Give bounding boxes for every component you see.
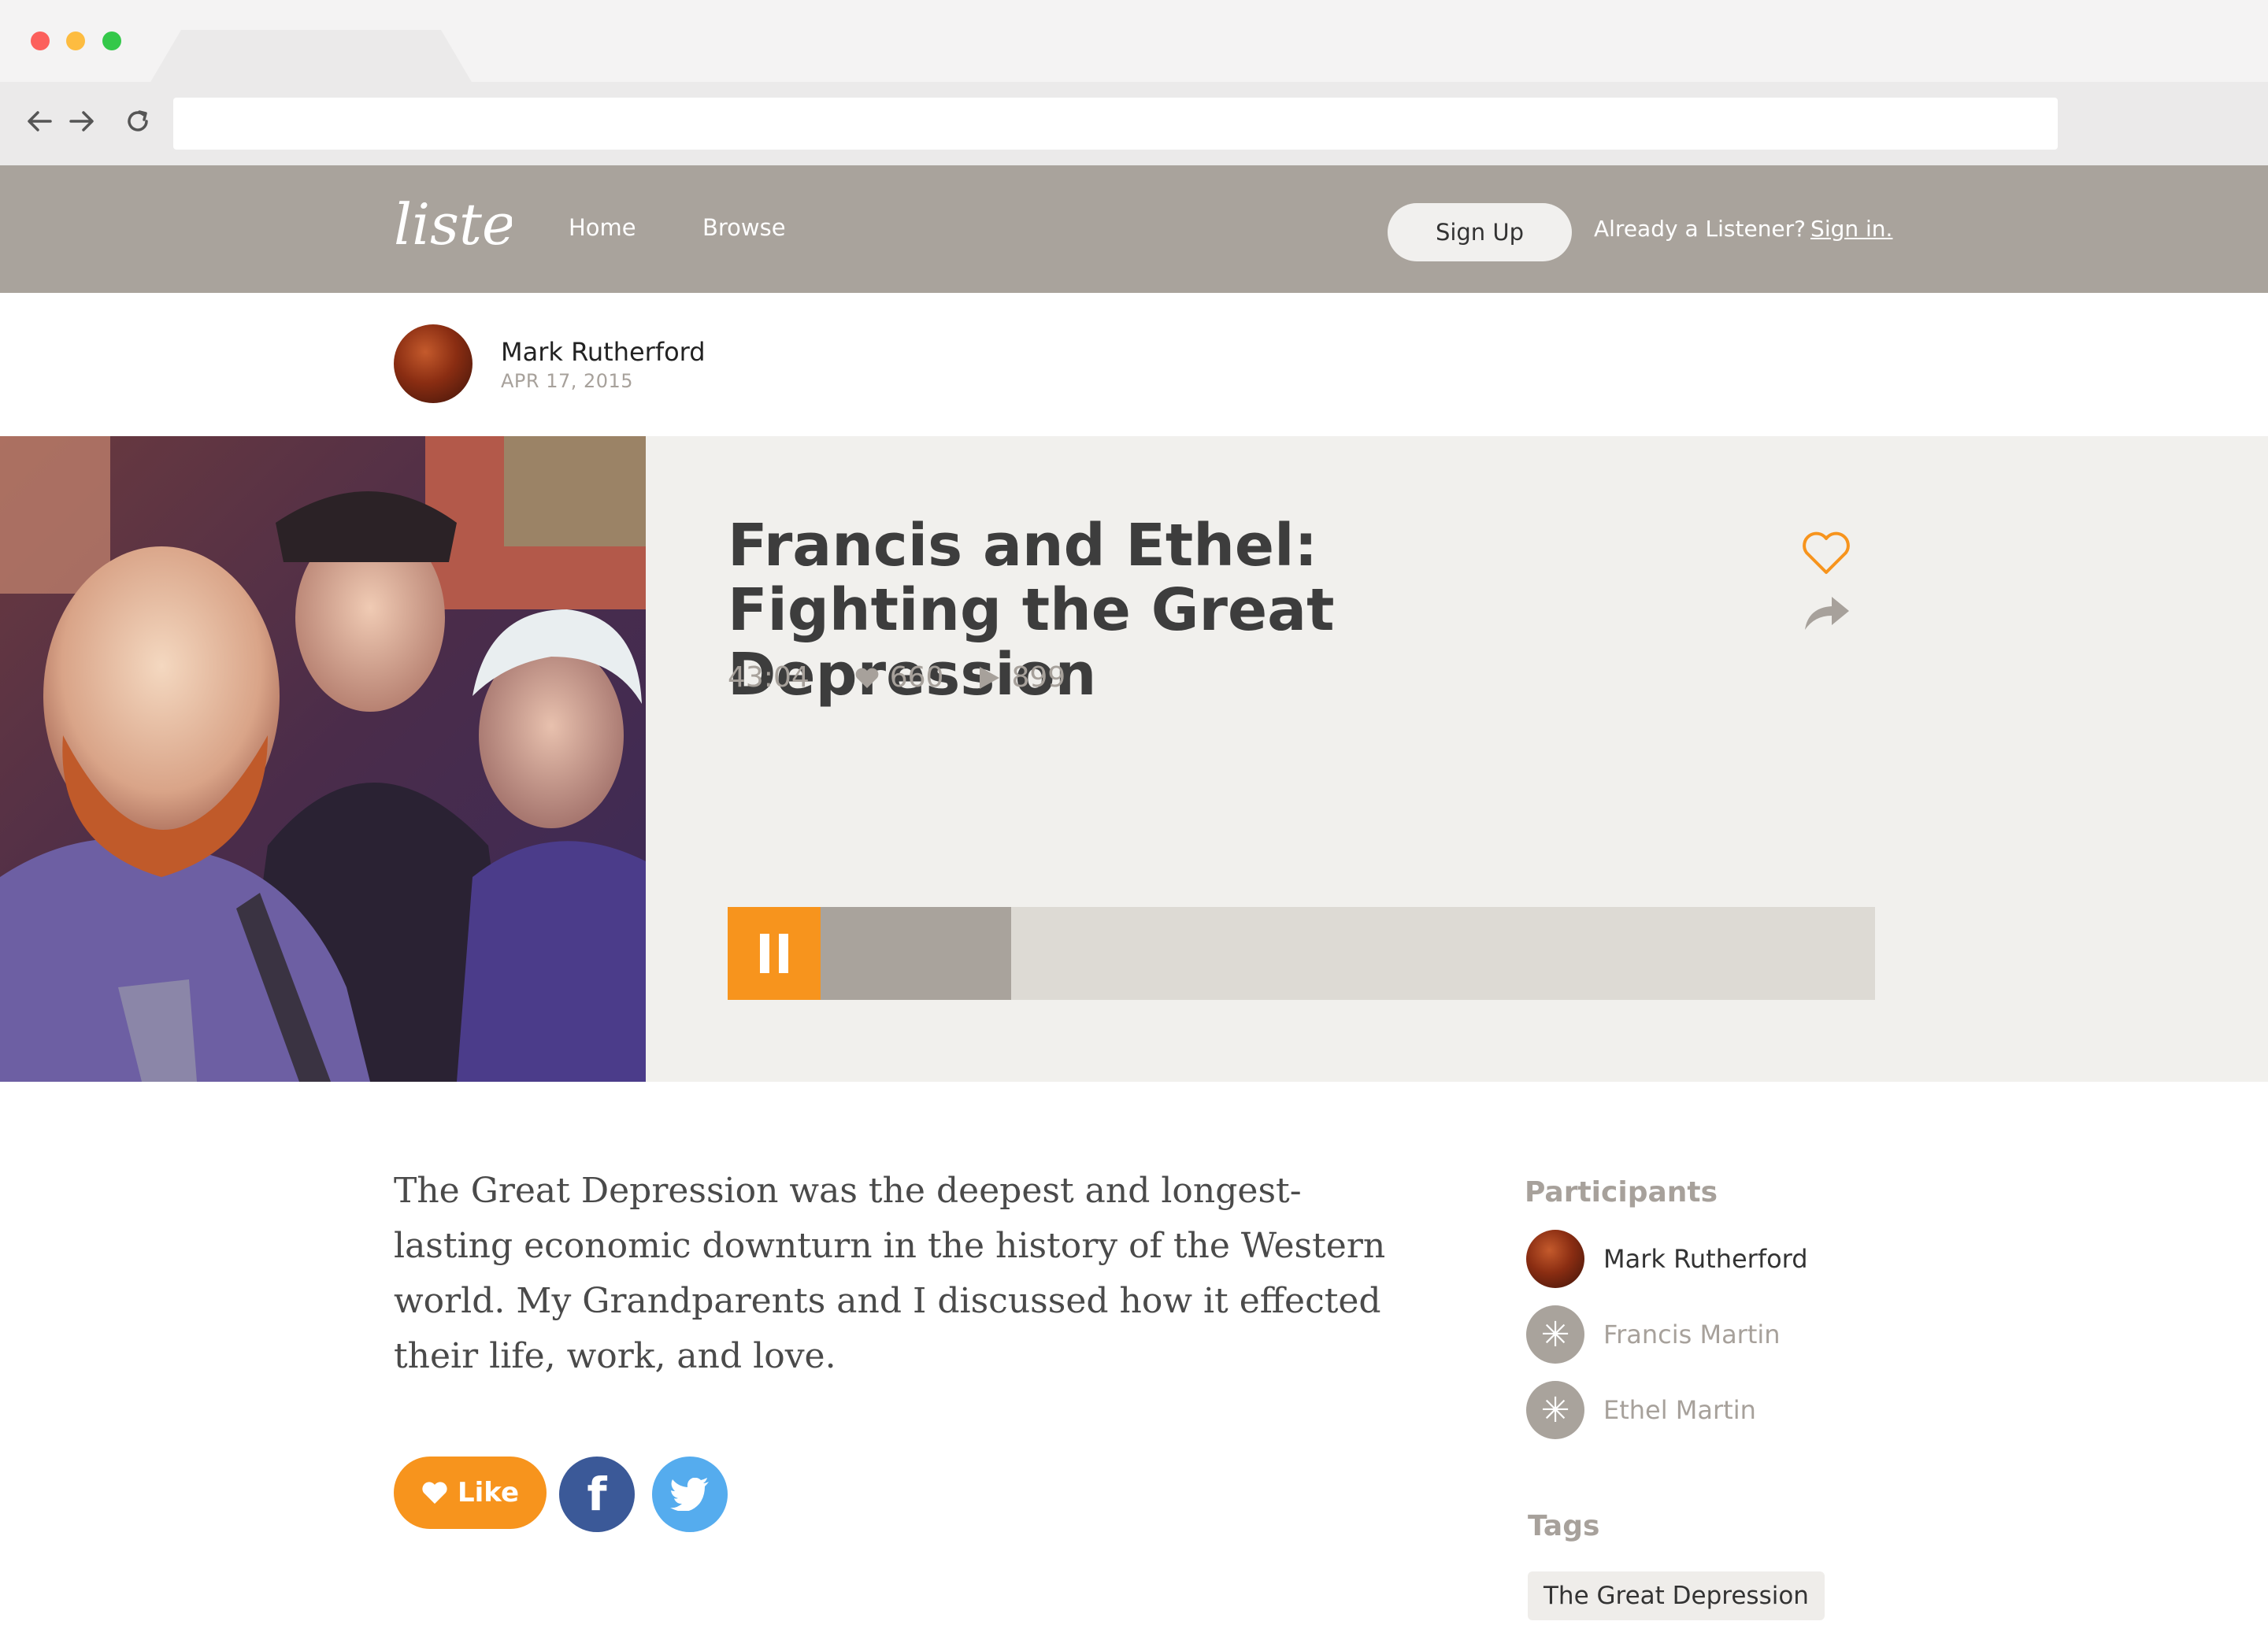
author-avatar[interactable] — [394, 324, 472, 403]
listen-logo[interactable]: listen — [394, 189, 512, 268]
nav-home-link[interactable]: Home — [569, 214, 636, 241]
pause-icon-bar — [779, 934, 788, 973]
browser-chrome — [0, 0, 2268, 165]
signin-link[interactable]: Sign in. — [1810, 216, 1892, 242]
nav-browse-link[interactable]: Browse — [702, 214, 786, 241]
reload-icon[interactable] — [122, 105, 154, 137]
tag-chip[interactable]: The Great Depression — [1528, 1571, 1825, 1620]
story-duration: 43:04 — [728, 661, 810, 694]
heart-icon — [855, 668, 879, 688]
pause-button[interactable] — [728, 907, 821, 1000]
maximize-window-button[interactable] — [102, 31, 121, 50]
signup-button[interactable]: Sign Up — [1388, 203, 1572, 261]
share-arrow-icon[interactable] — [1800, 592, 1852, 635]
participant-item[interactable]: Mark Rutherford — [1526, 1230, 1808, 1288]
story-likes-count: 660 — [889, 661, 944, 694]
asterisk-avatar-icon: ✳ — [1526, 1381, 1584, 1439]
signin-prompt-text: Already a Listener? — [1594, 216, 1807, 242]
story-photo — [0, 436, 646, 1082]
story-hero: Francis and Ethel: Fighting the Great De… — [0, 436, 2268, 1082]
address-bar[interactable] — [173, 98, 2058, 150]
facebook-share-button[interactable]: f — [559, 1457, 635, 1532]
asterisk-avatar-icon: ✳ — [1526, 1305, 1584, 1364]
like-button[interactable]: Like — [394, 1457, 547, 1529]
author-name[interactable]: Mark Rutherford — [501, 337, 706, 367]
participant-name: Ethel Martin — [1603, 1395, 1756, 1425]
post-date: APR 17, 2015 — [501, 370, 634, 392]
twitter-icon — [670, 1478, 709, 1511]
participant-name: Mark Rutherford — [1603, 1244, 1808, 1274]
svg-text:listen: listen — [394, 191, 512, 257]
signin-prompt: Already a Listener? Sign in. — [1594, 216, 1892, 242]
back-arrow-icon[interactable] — [24, 105, 55, 137]
facebook-icon: f — [587, 1468, 607, 1521]
story-stats: 43:04 660 899 — [728, 661, 1065, 694]
audio-player[interactable] — [728, 907, 1875, 1000]
play-icon — [980, 666, 1000, 689]
forward-arrow-icon[interactable] — [66, 105, 98, 137]
browser-tab[interactable] — [150, 30, 472, 83]
participant-item[interactable]: ✳ Francis Martin — [1526, 1305, 1781, 1364]
story-plays-count: 899 — [1011, 661, 1066, 694]
participant-name: Francis Martin — [1603, 1320, 1781, 1349]
participant-item[interactable]: ✳ Ethel Martin — [1526, 1381, 1756, 1439]
site-header: listen Home Browse Sign Up Already a Lis… — [0, 165, 2268, 293]
heart-outline-icon[interactable] — [1800, 529, 1852, 576]
participants-heading: Participants — [1525, 1176, 1718, 1209]
pause-icon — [760, 934, 769, 973]
story-description: The Great Depression was the deepest and… — [394, 1171, 1386, 1376]
minimize-window-button[interactable] — [66, 31, 85, 50]
close-window-button[interactable] — [31, 31, 50, 50]
avatar — [1526, 1230, 1584, 1288]
like-button-label: Like — [457, 1477, 520, 1508]
twitter-share-button[interactable] — [652, 1457, 728, 1532]
heart-icon — [422, 1482, 447, 1504]
tags-heading: Tags — [1528, 1510, 1600, 1542]
